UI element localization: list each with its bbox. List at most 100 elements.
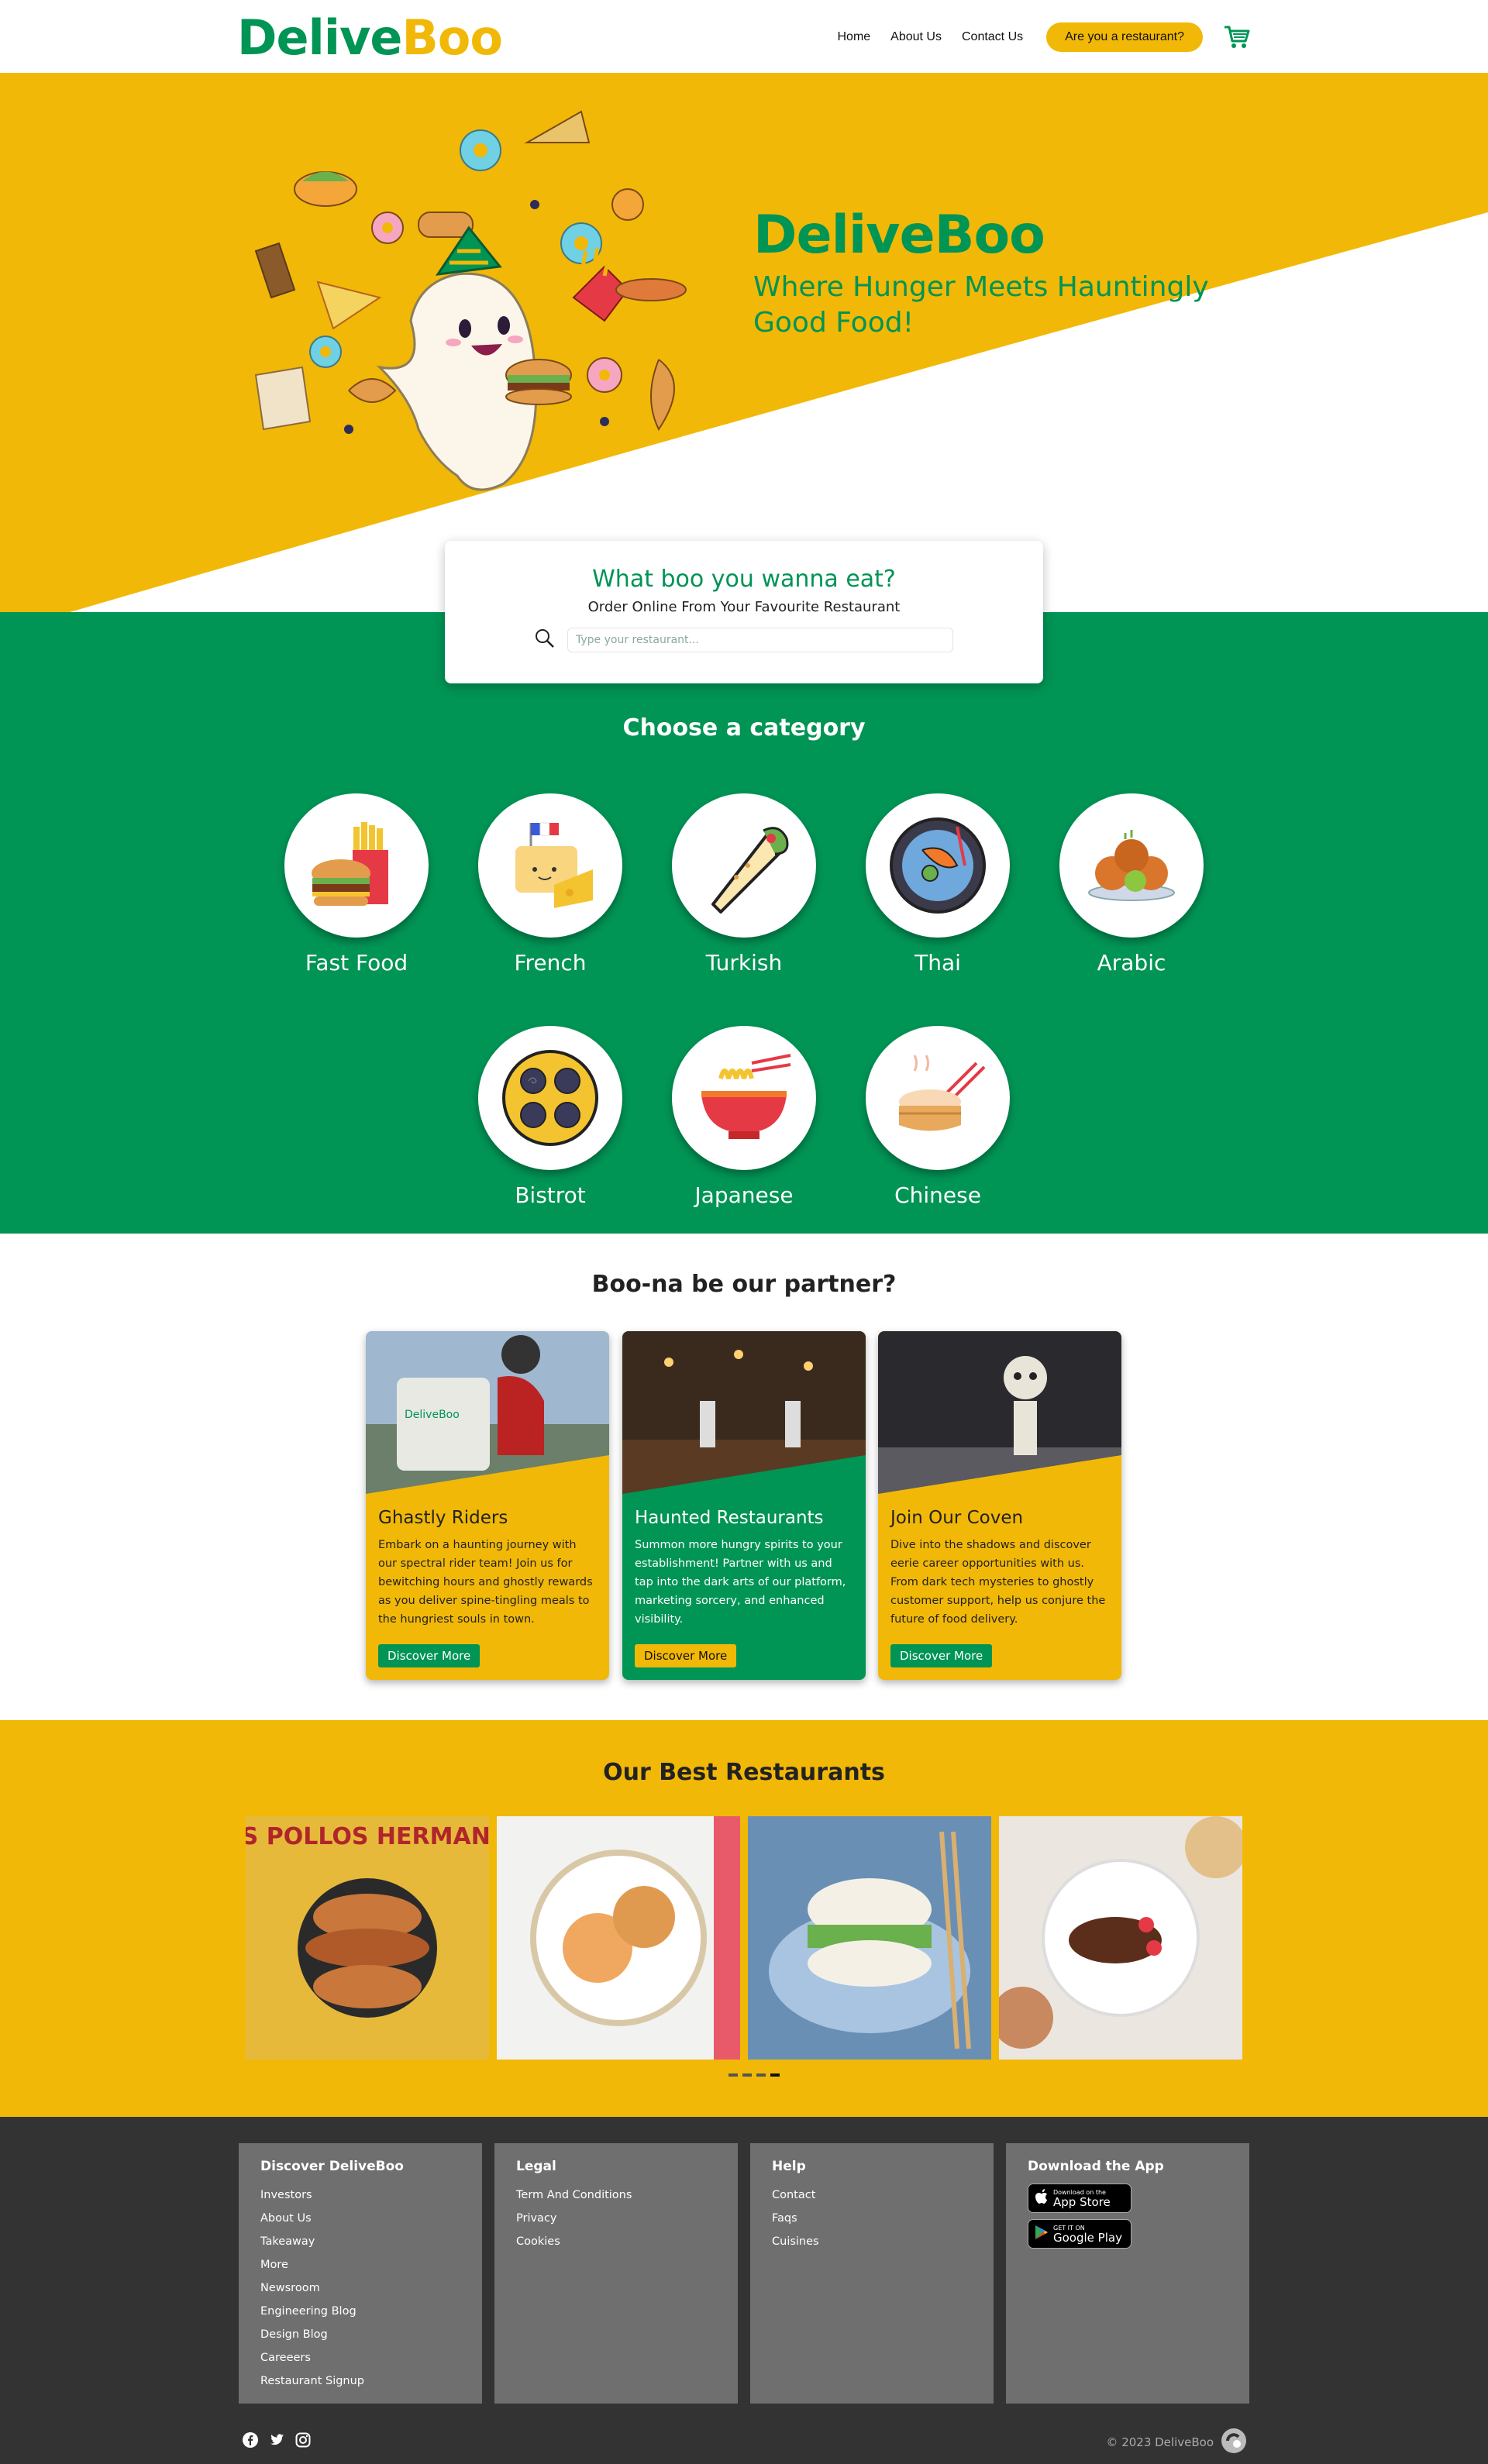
footer-link-cookies[interactable]: Cookies: [516, 2230, 716, 2253]
category-french[interactable]: French: [477, 793, 624, 976]
category-label: Japanese: [694, 1182, 794, 1208]
partner-card-title: Join Our Coven: [890, 1508, 1024, 1528]
restaurant-image-text: LOS POLLOS HERMANOS: [246, 1823, 489, 1850]
footer-col-title: Discover DeliveBoo: [260, 2159, 404, 2174]
carousel-dot-3[interactable]: [756, 2073, 766, 2077]
hero-section: DeliveBoo Where Hunger Meets Hauntingly …: [0, 73, 1488, 612]
footer-link-engineering-blog[interactable]: Engineering Blog: [260, 2300, 460, 2323]
burger-fries-icon: [284, 793, 429, 938]
partner-card-text: Dive into the shadows and discover eerie…: [890, 1539, 1106, 1626]
app-store-badge[interactable]: Download on the App Store: [1028, 2184, 1132, 2213]
logo[interactable]: DeliveBoo: [237, 9, 503, 66]
nav-home[interactable]: Home: [837, 30, 870, 44]
hero-title: DeliveBoo: [753, 205, 1045, 266]
footer-link-cuisines[interactable]: Cuisines: [772, 2230, 972, 2253]
footer-link-about-us[interactable]: About Us: [260, 2207, 460, 2230]
footer-link-newsroom[interactable]: Newsroom: [260, 2276, 460, 2300]
partners-title: Boo-na be our partner?: [591, 1271, 897, 1298]
curry-bowl-icon: [866, 793, 1010, 938]
footer-col-discover: Discover DeliveBoo Investors About Us Ta…: [239, 2143, 482, 2404]
ramen-bowl-icon: [672, 1026, 816, 1170]
app-store-big-text: App Store: [1053, 2194, 1111, 2209]
best-restaurants-section: Our Best Restaurants LOS POLLOS HERMANOS: [0, 1720, 1488, 2117]
escargot-plate-icon: [478, 1026, 622, 1170]
restaurant-search-input[interactable]: [567, 628, 953, 652]
page: DeliveBoo Home About Us Contact Us Are y…: [0, 0, 1488, 2464]
category-label: French: [514, 950, 587, 976]
category-bistrot[interactable]: Bistrot: [477, 1026, 624, 1208]
category-thai[interactable]: Thai: [864, 793, 1011, 976]
google-play-icon: [1035, 2225, 1049, 2243]
category-label: Arabic: [1097, 950, 1166, 976]
restaurant-image-kebab[interactable]: [999, 1816, 1242, 2060]
copyright-text: © 2023 DeliveBoo: [1106, 2435, 1214, 2449]
hero-subtitle: Where Hunger Meets Hauntingly Good Food!: [753, 271, 1209, 339]
category-turkish[interactable]: Turkish: [670, 793, 818, 976]
footer-link-more[interactable]: More: [260, 2253, 460, 2276]
wrap-icon: [672, 793, 816, 938]
dim-sum-icon: [866, 1026, 1010, 1170]
category-label: Turkish: [705, 950, 783, 976]
social-links: [242, 2431, 312, 2452]
apple-icon: [1035, 2188, 1049, 2208]
logo-text-part1: Delive: [237, 9, 402, 66]
discover-more-button[interactable]: Discover More: [890, 1644, 993, 1667]
category-arabic[interactable]: Arabic: [1058, 793, 1205, 976]
search-title: What boo you wanna eat?: [592, 566, 896, 593]
nav-about-us[interactable]: About Us: [890, 30, 942, 44]
restaurant-image-burger-plate[interactable]: [497, 1816, 740, 2060]
search-subtitle: Order Online From Your Favourite Restaur…: [587, 599, 901, 615]
discover-more-button[interactable]: Discover More: [635, 1644, 737, 1667]
site-footer: Discover DeliveBoo Investors About Us Ta…: [0, 2117, 1488, 2464]
category-chinese[interactable]: Chinese: [864, 1026, 1011, 1208]
are-you-restaurant-button[interactable]: Are you a restaurant?: [1046, 22, 1203, 52]
hero-white-curve: [70, 212, 1488, 612]
logo-text-part2: Boo: [401, 9, 502, 66]
category-label: Chinese: [894, 1182, 981, 1208]
google-play-big-text: Google Play: [1053, 2230, 1122, 2245]
footer-link-privacy[interactable]: Privacy: [516, 2207, 716, 2230]
partner-card-text: Embark on a haunting journey with our sp…: [378, 1539, 593, 1626]
hero-ghost-illustration: [240, 96, 721, 499]
footer-link-terms[interactable]: Term And Conditions: [516, 2184, 716, 2207]
site-header: DeliveBoo Home About Us Contact Us Are y…: [0, 0, 1488, 73]
carousel-indicators: [728, 2073, 780, 2077]
footer-link-careers[interactable]: Careeers: [260, 2346, 460, 2369]
category-section: Choose a category Fast Food French Turki…: [0, 612, 1488, 1234]
copyright: © 2023 DeliveBoo: [1106, 2427, 1248, 2458]
category-fast-food[interactable]: Fast Food: [283, 793, 430, 976]
carousel-dot-2[interactable]: [742, 2073, 752, 2077]
carousel-dot-1[interactable]: [728, 2073, 738, 2077]
twitter-icon[interactable]: [268, 2431, 285, 2452]
footer-col-title: Help: [772, 2159, 806, 2174]
footer-link-contact[interactable]: Contact: [772, 2184, 972, 2207]
partner-card-restaurants: Haunted Restaurants Summon more hungry s…: [622, 1331, 866, 1680]
instagram-icon[interactable]: [294, 2431, 312, 2452]
restaurant-image-rice-burger[interactable]: [748, 1816, 991, 2060]
cheese-icon: [478, 793, 622, 938]
cart-icon[interactable]: [1223, 23, 1251, 51]
footer-link-takeaway[interactable]: Takeaway: [260, 2230, 460, 2253]
footer-link-faqs[interactable]: Faqs: [772, 2207, 972, 2230]
footer-col-legal: Legal Term And Conditions Privacy Cookie…: [494, 2143, 738, 2404]
footer-col-help: Help Contact Faqs Cuisines: [750, 2143, 994, 2404]
facebook-icon[interactable]: [242, 2431, 259, 2452]
category-label: Fast Food: [305, 950, 408, 976]
discover-more-button[interactable]: Discover More: [378, 1644, 480, 1667]
nav-contact-us[interactable]: Contact Us: [962, 30, 1023, 44]
restaurant-image-chicken-burger[interactable]: LOS POLLOS HERMANOS: [246, 1816, 489, 2060]
footer-link-investors[interactable]: Investors: [260, 2184, 460, 2207]
category-japanese[interactable]: Japanese: [670, 1026, 818, 1208]
category-label: Thai: [914, 950, 961, 976]
partner-card-title: Ghastly Riders: [378, 1508, 508, 1528]
main-nav: Home About Us Contact Us Are you a resta…: [837, 22, 1251, 53]
footer-col-title: Download the App: [1028, 2159, 1164, 2174]
partner-card-coven: Join Our Coven Dive into the shadows and…: [878, 1331, 1121, 1680]
search-icon[interactable]: [535, 628, 555, 652]
restaurants-title: Our Best Restaurants: [603, 1759, 885, 1786]
footer-link-restaurant-signup[interactable]: Restaurant Signup: [260, 2369, 460, 2393]
google-play-badge[interactable]: GET IT ON Google Play: [1028, 2219, 1132, 2249]
deliveboo-ghost-logo-icon: [1220, 2427, 1248, 2458]
footer-link-design-blog[interactable]: Design Blog: [260, 2323, 460, 2346]
carousel-dot-4-active[interactable]: [770, 2073, 780, 2077]
